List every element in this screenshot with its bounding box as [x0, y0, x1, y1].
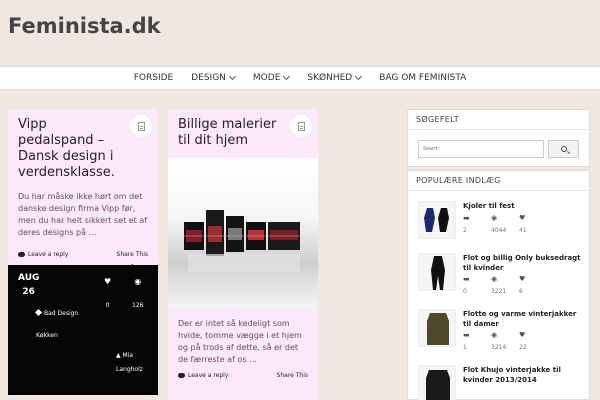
tag-icon — [34, 308, 43, 317]
post-image[interactable] — [168, 158, 318, 308]
stat-icons: ▬ ◉ ♥ — [463, 214, 547, 222]
post-title[interactable]: Billige malerier til dit hjem — [178, 117, 308, 149]
canvas-painting-image — [184, 210, 300, 272]
post-day: 26 — [22, 287, 35, 297]
heart-icon: ♥ — [104, 277, 112, 286]
heart-icon: ♥ — [519, 331, 526, 339]
popular-item[interactable]: Kjoler til fest ▬ ◉ ♥ 2 4044 41 — [418, 201, 583, 241]
eye-icon: ◉ — [491, 331, 498, 339]
search-button[interactable] — [548, 140, 579, 158]
widget-title: POPULÆRE INDLÆG — [408, 171, 589, 191]
share-label: Share This — [116, 251, 148, 258]
chevron-down-icon — [355, 72, 363, 81]
popular-item[interactable]: Flot og billig Only buksedragt til kvind… — [418, 253, 583, 295]
likes-stat[interactable]: ♥ 0 — [104, 277, 111, 309]
nav-label: FORSIDE — [133, 73, 174, 83]
popular-stats: 1 3214 22 — [463, 344, 547, 351]
chevron-down-icon — [228, 72, 236, 81]
nav-item-forside[interactable]: FORSIDE — [125, 73, 183, 83]
post-thumbnail[interactable] — [418, 201, 456, 239]
search-widget: SØGEFELT — [407, 109, 590, 167]
eye-icon: ◉ — [491, 275, 498, 283]
leave-reply-label: Leave a reply — [188, 372, 229, 379]
likes-count: 22 — [519, 344, 527, 351]
post-thumbnail[interactable] — [418, 309, 456, 347]
post-meta: AUG 26 ♥ 0 ◉ 126 Bad Design Køkken ▲ Mia… — [8, 265, 158, 395]
post-header: Billige malerier til dit hjem — [168, 109, 318, 149]
search-input[interactable] — [418, 140, 544, 158]
comments-count: 0 — [463, 288, 467, 295]
post-month: AUG — [18, 273, 40, 283]
comments-count: 2 — [463, 227, 467, 234]
category-label: Bad Design Køkken — [36, 310, 79, 339]
popular-title[interactable]: Kjoler til fest — [463, 201, 583, 211]
widget-title: SØGEFELT — [408, 110, 589, 130]
post-author[interactable]: ▲ Mia Langholz — [116, 349, 152, 377]
post-thumbnail[interactable] — [418, 253, 456, 291]
comment-icon: ▬ — [463, 331, 470, 339]
leave-reply-link[interactable]: Leave a reply — [178, 372, 228, 379]
nav-label: BAG OM FEMINISTA — [379, 73, 467, 83]
views-count: 126 — [132, 302, 144, 309]
views-count: 4044 — [491, 227, 507, 234]
nav-item-design[interactable]: DESIGN — [182, 72, 244, 83]
post-card: Vipp pedalspand – Dansk design i verdens… — [8, 109, 158, 273]
comments-count: 1 — [463, 344, 467, 351]
post-card-bottom: Der er intet så kedeligt som hvide, tomm… — [168, 308, 318, 400]
popular-stats: 2 4044 41 — [463, 227, 547, 234]
leave-reply-label: Leave a reply — [28, 251, 69, 258]
views-count: 3214 — [491, 344, 507, 351]
nav-item-mode[interactable]: MODE — [244, 72, 298, 83]
popular-item[interactable]: Flot Khujo vinterjakke til kvinder 2013/… — [418, 365, 583, 400]
leave-reply-link[interactable]: Leave a reply — [18, 251, 68, 258]
heart-icon: ♥ — [519, 214, 526, 222]
nav-label: MODE — [252, 73, 281, 83]
nav-item-skonhed[interactable]: SKØNHED — [298, 72, 370, 83]
comment-icon — [18, 252, 25, 257]
popular-stats: 0 3221 6 — [463, 288, 547, 295]
document-icon — [290, 115, 312, 137]
post-date: AUG 26 — [18, 271, 39, 299]
nav-label: SKØNHED — [307, 73, 353, 83]
popular-title[interactable]: Flotte og varme vinterjakker til damer — [463, 309, 583, 329]
site-title[interactable]: Feminista.dk — [8, 14, 161, 38]
comment-icon — [178, 373, 185, 378]
post-category[interactable]: Bad Design Køkken — [34, 303, 96, 347]
post-footer: Leave a reply Share This — [168, 372, 318, 379]
likes-count: 0 — [105, 302, 110, 309]
stat-icons: ▬ ◉ ♥ — [463, 275, 547, 283]
eye-icon: ◉ — [491, 214, 498, 222]
chevron-down-icon — [283, 72, 291, 81]
main-nav: FORSIDE DESIGN MODE SKØNHED BAG OM FEMIN… — [0, 66, 600, 90]
eye-icon: ◉ — [134, 277, 142, 286]
post-thumbnail[interactable] — [418, 365, 456, 400]
views-stat: ◉ 126 — [132, 277, 143, 309]
post-excerpt: Du har måske ikke hørt om det danske des… — [18, 192, 148, 237]
post-excerpt: Der er intet så kedeligt som hvide, tomm… — [178, 319, 302, 364]
popular-item[interactable]: Flotte og varme vinterjakker til damer ▬… — [418, 309, 583, 351]
views-count: 3221 — [491, 288, 507, 295]
nav-label: DESIGN — [191, 73, 226, 83]
nav-item-bag-om-feminista[interactable]: BAG OM FEMINISTA — [370, 73, 475, 83]
comment-icon: ▬ — [463, 275, 470, 283]
stat-icons: ▬ ◉ ♥ — [463, 331, 547, 339]
post-header: Vipp pedalspand – Dansk design i verdens… — [8, 109, 158, 181]
heart-icon: ♥ — [519, 275, 526, 283]
comment-icon: ▬ — [463, 214, 470, 222]
likes-count: 6 — [519, 288, 523, 295]
author-name: Mia Langholz — [116, 352, 143, 373]
author-icon: ▲ — [116, 352, 121, 359]
search-icon — [560, 146, 567, 152]
post-title[interactable]: Vipp pedalspand – Dansk design i verdens… — [18, 117, 148, 181]
popular-title[interactable]: Flot og billig Only buksedragt til kvind… — [463, 253, 583, 273]
popular-posts-widget: POPULÆRE INDLÆG Kjoler til fest ▬ ◉ ♥ 2 404… — [407, 170, 590, 400]
document-icon — [130, 115, 152, 137]
popular-title[interactable]: Flot Khujo vinterjakke til kvinder 2013/… — [463, 365, 583, 385]
share-label: Share This — [276, 372, 308, 379]
likes-count: 41 — [519, 227, 527, 234]
